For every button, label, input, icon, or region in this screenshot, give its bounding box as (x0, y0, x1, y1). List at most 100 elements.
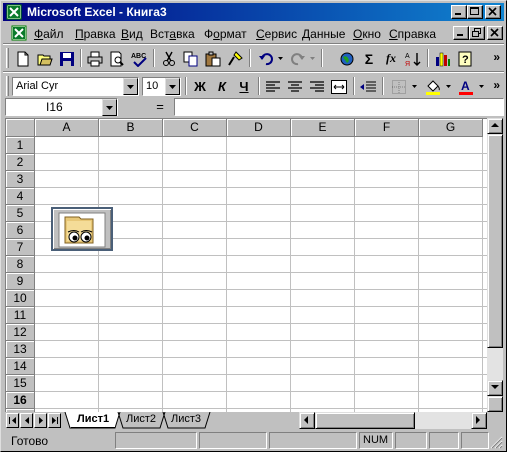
maximize-button[interactable] (467, 5, 483, 19)
menu-window[interactable]: Окно (353, 27, 381, 41)
column-header-e[interactable]: E (291, 119, 355, 137)
align-left-button[interactable] (262, 76, 284, 97)
row-header-6[interactable]: 6 (6, 222, 35, 239)
font-name-select[interactable]: Arial Cyr (12, 77, 139, 96)
doc-close-button[interactable] (487, 26, 503, 40)
column-header-d[interactable]: D (227, 119, 291, 137)
italic-button[interactable]: К (211, 76, 233, 97)
font-size-select[interactable]: 10 (142, 77, 181, 96)
menu-format[interactable]: Формат (204, 27, 247, 41)
next-sheet-button[interactable] (34, 413, 47, 428)
first-sheet-button[interactable] (6, 413, 19, 428)
chart-wizard-button[interactable] (432, 48, 454, 69)
print-preview-button[interactable] (106, 48, 128, 69)
row-header-2[interactable]: 2 (6, 154, 35, 171)
undo-dropdown[interactable] (276, 48, 285, 69)
column-header-g[interactable]: G (419, 119, 483, 137)
redo-button[interactable] (287, 48, 309, 69)
toolbar-grip[interactable] (6, 76, 9, 96)
select-all-corner[interactable] (6, 119, 35, 137)
menu-help[interactable]: Справка (389, 27, 436, 41)
menu-file[interactable]: Файл (34, 27, 64, 41)
cut-button[interactable] (158, 48, 180, 69)
column-header-c[interactable]: C (163, 119, 227, 137)
prev-sheet-button[interactable] (20, 413, 33, 428)
align-center-button[interactable] (284, 76, 306, 97)
sheet-tab-1[interactable]: Лист1 (71, 412, 116, 428)
format-painter-button[interactable] (224, 48, 246, 69)
sheet-tab-3[interactable]: Лист3 (165, 412, 207, 428)
more-buttons-icon[interactable]: » (493, 78, 500, 92)
undo-button[interactable] (255, 48, 277, 69)
sheet-tab-2[interactable]: Лист2 (120, 412, 162, 428)
bold-button[interactable]: Ж (189, 76, 211, 97)
name-box[interactable]: I16 (5, 98, 118, 116)
workbook-icon[interactable] (11, 25, 27, 41)
office-assistant[interactable] (51, 207, 113, 251)
hyperlink-button[interactable] (336, 48, 358, 69)
row-header-14[interactable]: 14 (6, 358, 35, 375)
doc-restore-button[interactable] (469, 26, 485, 40)
row-header-7[interactable]: 7 (6, 239, 35, 256)
row-header-15[interactable]: 15 (6, 375, 35, 392)
scroll-down-button[interactable] (487, 380, 503, 396)
last-sheet-button[interactable] (48, 413, 61, 428)
doc-minimize-button[interactable] (453, 26, 469, 40)
minimize-button[interactable] (451, 5, 467, 19)
row-header-4[interactable]: 4 (6, 188, 35, 205)
office-assistant-button[interactable]: ? (454, 48, 476, 69)
row-header-5[interactable]: 5 (6, 205, 35, 222)
row-header-3[interactable]: 3 (6, 171, 35, 188)
scroll-left-button[interactable] (299, 412, 315, 429)
row-header-8[interactable]: 8 (6, 256, 35, 273)
print-button[interactable] (84, 48, 106, 69)
open-button[interactable] (34, 48, 56, 69)
vertical-scrollbar[interactable] (487, 118, 503, 412)
horizontal-scrollbar[interactable] (299, 412, 487, 429)
menu-tools[interactable]: Сервис (256, 27, 297, 41)
copy-button[interactable] (180, 48, 202, 69)
more-buttons-icon[interactable]: » (493, 50, 500, 64)
menu-edit[interactable]: Правка (75, 27, 116, 41)
font-color-button[interactable]: A (455, 76, 477, 97)
font-name-dropdown-button[interactable] (123, 78, 138, 95)
paste-function-button[interactable]: fx (380, 48, 402, 69)
column-header-b[interactable]: B (99, 119, 163, 137)
split-box[interactable] (487, 396, 503, 412)
borders-button[interactable] (388, 76, 410, 97)
align-right-button[interactable] (306, 76, 328, 97)
menu-data[interactable]: Данные (302, 27, 345, 41)
name-box-dropdown-button[interactable] (102, 99, 117, 116)
paste-button[interactable] (202, 48, 224, 69)
fill-color-dropdown[interactable] (444, 76, 453, 97)
edit-formula-button[interactable]: = (149, 97, 171, 116)
row-header-11[interactable]: 11 (6, 307, 35, 324)
horizontal-scroll-thumb[interactable] (315, 412, 415, 429)
resize-grip-icon[interactable] (490, 436, 503, 449)
merge-center-button[interactable] (328, 76, 350, 97)
row-header-13[interactable]: 13 (6, 341, 35, 358)
row-header-10[interactable]: 10 (6, 290, 35, 307)
row-header-12[interactable]: 12 (6, 324, 35, 341)
menu-insert[interactable]: Вставка (150, 27, 195, 41)
new-button[interactable] (12, 48, 34, 69)
close-button[interactable] (485, 5, 501, 19)
row-header-9[interactable]: 9 (6, 273, 35, 290)
redo-dropdown[interactable] (308, 48, 317, 69)
underline-button[interactable]: Ч (233, 76, 255, 97)
font-color-dropdown[interactable] (477, 76, 486, 97)
save-button[interactable] (56, 48, 78, 69)
scroll-up-button[interactable] (487, 118, 503, 134)
borders-dropdown[interactable] (410, 76, 419, 97)
formula-input[interactable] (174, 98, 504, 116)
autosum-button[interactable]: Σ (358, 48, 380, 69)
fill-color-button[interactable] (422, 76, 444, 97)
toolbar-grip[interactable] (6, 48, 9, 68)
row-header-1[interactable]: 1 (6, 137, 35, 154)
sort-ascending-button[interactable]: AЯ (402, 48, 424, 69)
spelling-button[interactable]: ABC (128, 48, 150, 69)
decrease-indent-button[interactable] (357, 76, 379, 97)
scroll-right-button[interactable] (471, 412, 487, 429)
menu-view[interactable]: Вид (121, 27, 143, 41)
font-size-dropdown-button[interactable] (165, 78, 180, 95)
